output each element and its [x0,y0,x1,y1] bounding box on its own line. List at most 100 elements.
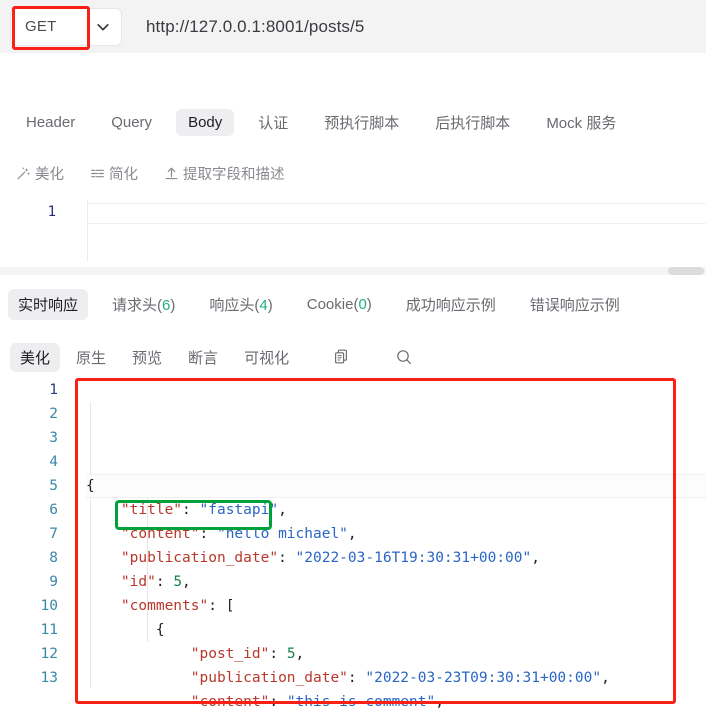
response-view-raw[interactable]: 原生 [66,343,116,372]
request-tab-query[interactable]: Query [99,109,164,136]
response-tab-request-headers-label: 请求头 [112,296,158,314]
response-line-number: 13 [40,670,58,686]
request-url-input[interactable]: http://127.0.0.1:8001/posts/5 [146,17,364,37]
response-code-line[interactable]: { [86,618,706,642]
response-line-number: 10 [40,598,58,614]
code-token: { [86,478,95,494]
response-tab-success-example[interactable]: 成功响应示例 [396,289,506,320]
code-token: "id" [120,574,156,590]
response-tab-realtime[interactable]: 实时响应 [8,288,89,320]
code-token: "title" [120,502,183,518]
response-tab-response-headers-count: 4 [259,296,268,314]
request-tab-post-script[interactable]: 后执行脚本 [423,107,522,138]
response-tab-cookie[interactable]: Cookie(0) [297,291,382,318]
response-code-line[interactable]: "publication_date": "2022-03-16T19:30:31… [86,546,706,570]
http-method-select[interactable]: GET [10,7,122,46]
code-token: "post_id" [190,646,270,662]
response-line-number: 3 [49,430,58,446]
code-token: "2022-03-23T09:30:31+00:00" [365,670,602,686]
response-code-line[interactable]: "post_id": 5, [86,642,706,666]
request-body-code[interactable] [87,200,706,262]
request-body-horizontal-scrollbar[interactable] [0,267,706,275]
response-tab-cookie-label: Cookie [306,295,354,313]
extract-fields-label: 提取字段和描述 [183,166,285,183]
response-line-number: 5 [49,478,58,494]
request-body-editor[interactable]: 1 [0,200,706,262]
response-view-visualize[interactable]: 可视化 [234,343,299,372]
response-tab-request-headers[interactable]: 请求头(6) [102,289,185,320]
response-code-line[interactable]: "comments": [ [86,594,706,618]
response-code-line[interactable]: { [86,474,706,498]
request-body-gutter: 1 [0,200,76,262]
response-code-line[interactable]: "content": "hello michael", [86,522,706,546]
response-line-number: 11 [40,622,58,638]
response-line-number: 12 [40,646,58,662]
copy-icon [333,348,351,366]
response-view-assert[interactable]: 断言 [178,343,228,372]
minify-label: 简化 [109,166,138,183]
code-token: , [295,646,305,662]
response-tab-response-headers[interactable]: 响应头(4) [199,289,282,320]
code-token: : [182,502,200,518]
code-token: , [182,574,191,590]
response-line-number: 4 [49,454,58,470]
response-tab-request-headers-count: 6 [162,296,171,314]
request-tab-pre-script[interactable]: 预执行脚本 [312,107,411,138]
code-token: : [347,670,366,686]
code-token: "2022-03-16T19:30:31+00:00" [295,550,532,566]
minify-button[interactable]: 简化 [90,163,138,184]
response-code-line[interactable]: "title": "fastapi", [86,498,706,522]
response-line-number: 1 [49,382,58,398]
request-tab-header[interactable]: Header [14,109,87,136]
request-tab-auth[interactable]: 认证 [246,107,300,138]
beautify-button[interactable]: 美化 [16,163,64,184]
http-method-label: GET [25,18,57,35]
response-view-beautify[interactable]: 美化 [10,342,61,372]
code-token: "comments" [120,598,209,614]
code-token: : [208,598,226,614]
code-token: : [278,550,296,566]
response-tab-error-example[interactable]: 错误响应示例 [520,289,630,320]
code-token: "publication_date" [190,670,348,686]
code-token: , [347,526,357,542]
response-line-number: 6 [49,502,58,518]
magic-wand-icon [16,166,31,181]
extract-fields-button[interactable]: 提取字段和描述 [164,163,285,184]
code-token: 5 [173,574,183,590]
body-format-toolbar: 美化 简化 提取字段和描述 [0,158,706,188]
response-line-number: 2 [49,406,58,422]
upload-arrow-icon [164,166,179,181]
code-token: 5 [286,646,296,662]
response-body-viewer[interactable]: 1 2 3 4 5 6 7 8 9 10 11 12 13 { "title": "fastapi", … [0,378,706,712]
code-token: "content" [120,526,200,542]
search-response-button[interactable] [387,344,421,370]
request-url-bar: GET http://127.0.0.1:8001/posts/5 [0,0,706,53]
response-view-tab-bar: 美化 原生 预览 断言 可视化 [0,340,706,374]
response-code-line[interactable]: "id": 5, [86,570,706,594]
chevron-down-icon [95,19,111,35]
code-token: [ [225,598,235,614]
request-tab-body[interactable]: Body [176,108,235,136]
response-body-code[interactable]: { "title": "fastapi", "content": "hello … [86,378,706,712]
request-body-active-line [88,203,706,224]
copy-response-button[interactable] [325,344,359,370]
response-view-preview[interactable]: 预览 [122,343,172,372]
code-token: , [531,550,540,566]
request-body-line-number: 1 [47,204,56,220]
request-tab-mock-service[interactable]: Mock 服务 [534,107,628,138]
response-tab-response-headers-label: 响应头 [209,296,255,314]
response-code-line[interactable]: "publication_date": "2022-03-23T09:30:31… [86,666,706,690]
minify-lines-icon [90,166,105,181]
code-token: "fastapi" [199,502,279,518]
response-code-line[interactable]: "content": "this is comment", [86,690,706,712]
scrollbar-thumb[interactable] [668,267,704,275]
code-token: : [269,694,287,710]
code-token: : [199,526,217,542]
